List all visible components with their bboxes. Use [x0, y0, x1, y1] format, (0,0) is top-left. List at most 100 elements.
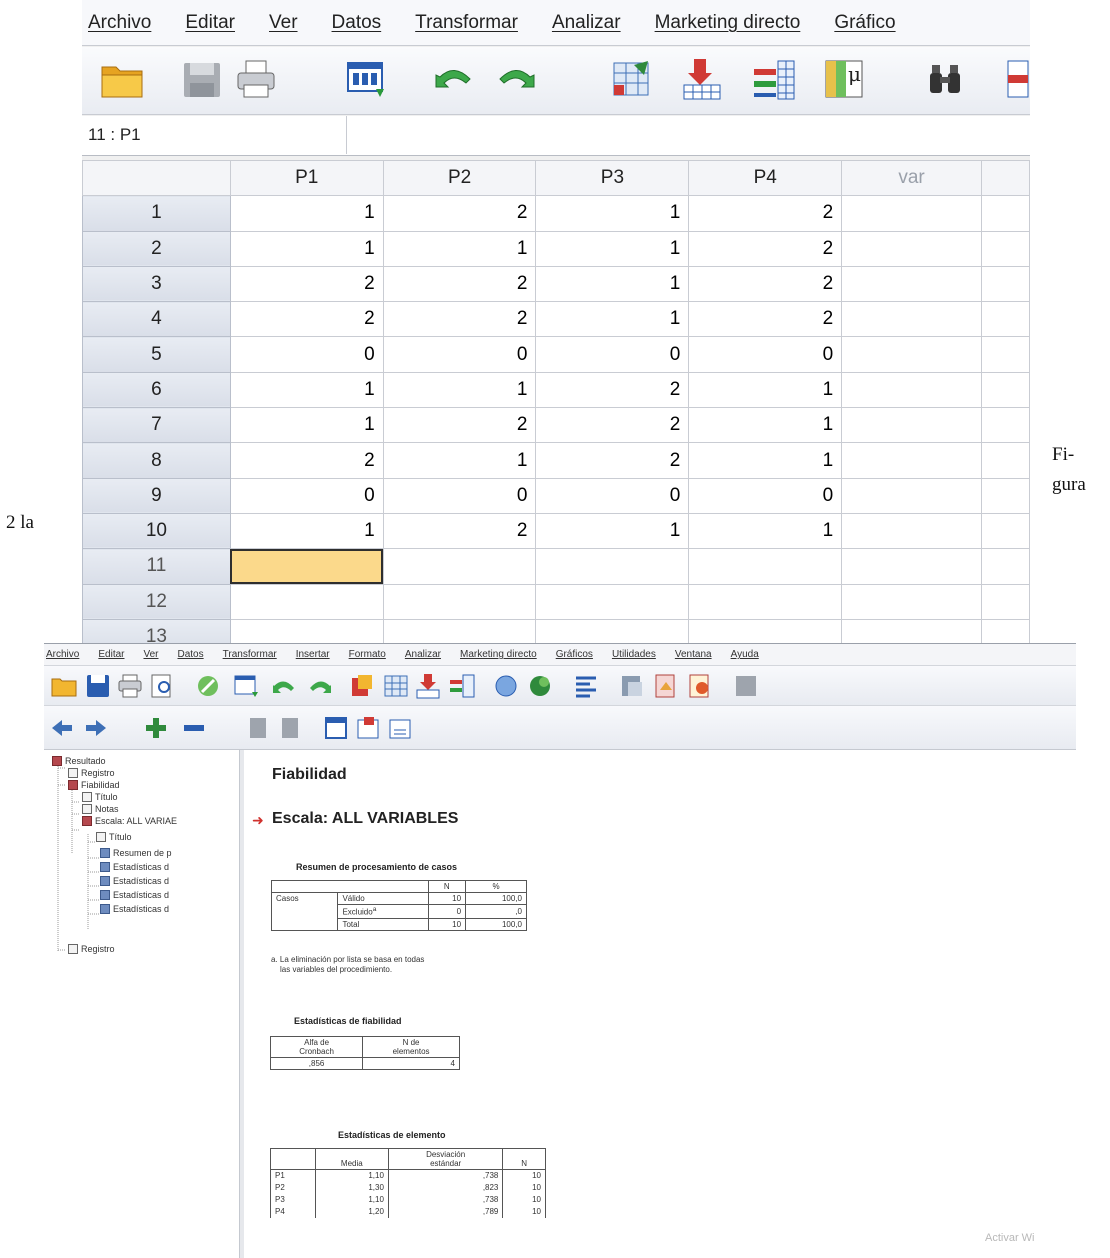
ov-menu-ayuda[interactable]: Ayuda: [731, 649, 759, 660]
row-header[interactable]: 4: [82, 301, 231, 338]
insert-heading-icon[interactable]: [322, 714, 350, 742]
data-cell[interactable]: [688, 548, 843, 585]
tree-node[interactable]: Resumen de p: [100, 848, 172, 858]
extra-cell[interactable]: [981, 336, 1030, 373]
data-cell[interactable]: [382, 548, 537, 585]
tree-node[interactable]: Notas: [82, 804, 119, 814]
data-cell[interactable]: 2: [535, 407, 690, 444]
extra-cell[interactable]: [981, 195, 1030, 232]
data-cell[interactable]: [688, 618, 843, 643]
arrow-right-icon[interactable]: [82, 714, 110, 742]
goto-variable-icon[interactable]: [678, 55, 726, 103]
case-summary-table[interactable]: N % Casos Válido 10 100,0 Excluidoa 0 ,0…: [270, 880, 527, 931]
redo-icon[interactable]: [306, 672, 334, 700]
data-cell[interactable]: 1: [229, 371, 384, 409]
tree-node[interactable]: Estadísticas d: [100, 862, 169, 872]
var-cell[interactable]: [841, 195, 982, 232]
data-cell[interactable]: 2: [688, 195, 843, 232]
data-cell[interactable]: 0: [229, 336, 384, 373]
data-cell[interactable]: 2: [229, 442, 384, 479]
row-header[interactable]: 13: [82, 618, 231, 643]
column-header-p2[interactable]: P2: [382, 159, 537, 197]
undo-icon[interactable]: [430, 55, 478, 103]
data-cell[interactable]: [535, 618, 690, 643]
ov-menu-graficos[interactable]: Gráficos: [556, 649, 593, 660]
data-cell[interactable]: 1: [535, 301, 690, 338]
extra-cell[interactable]: [981, 371, 1030, 409]
var-cell[interactable]: [841, 265, 982, 303]
data-cell[interactable]: [229, 583, 384, 620]
arrow-left-icon[interactable]: [48, 714, 76, 742]
data-cell[interactable]: 2: [688, 230, 843, 267]
selected-cell[interactable]: [229, 548, 384, 585]
collapse-minus-icon[interactable]: [180, 714, 208, 742]
data-cell[interactable]: 0: [688, 477, 843, 514]
data-cell[interactable]: 1: [688, 512, 843, 550]
extra-cell[interactable]: [981, 618, 1030, 643]
data-cell[interactable]: 2: [229, 301, 384, 338]
data-cell[interactable]: 0: [229, 477, 384, 514]
data-cell[interactable]: [535, 583, 690, 620]
extra-cell[interactable]: [981, 583, 1030, 620]
ov-menu-ver[interactable]: Ver: [143, 649, 158, 660]
data-cell[interactable]: 0: [382, 336, 537, 373]
designate-window-icon[interactable]: [618, 672, 646, 700]
data-cell[interactable]: [382, 583, 537, 620]
menu-analizar[interactable]: Analizar: [552, 12, 621, 34]
data-cell[interactable]: 2: [382, 195, 537, 232]
menu-marketing-directo[interactable]: Marketing directo: [655, 12, 801, 34]
expand-plus-icon[interactable]: [142, 714, 170, 742]
ov-menu-archivo[interactable]: Archivo: [46, 649, 79, 660]
tree-node[interactable]: Estadísticas d: [100, 904, 169, 914]
item-stats-table[interactable]: Media Desviación estándar N P1 1,10,738 10…: [270, 1148, 546, 1218]
data-cell[interactable]: [535, 548, 690, 585]
row-header[interactable]: 5: [82, 336, 231, 373]
extra-cell[interactable]: [981, 477, 1030, 514]
tree-node[interactable]: Título: [96, 832, 132, 842]
extra-cell[interactable]: [981, 442, 1030, 479]
save-icon[interactable]: [84, 672, 112, 700]
data-cell[interactable]: 2: [382, 512, 537, 550]
data-cell[interactable]: 1: [535, 195, 690, 232]
menu-ver[interactable]: Ver: [269, 12, 298, 34]
ov-menu-analizar[interactable]: Analizar: [405, 649, 441, 660]
var-cell[interactable]: [841, 442, 982, 479]
row-header[interactable]: 12: [82, 583, 231, 620]
dialog-recall-icon[interactable]: [342, 55, 390, 103]
data-cell[interactable]: 1: [382, 371, 537, 409]
data-cell[interactable]: 0: [382, 477, 537, 514]
row-header[interactable]: 9: [82, 477, 231, 514]
goto-case-icon[interactable]: [382, 672, 410, 700]
row-header[interactable]: 8: [82, 442, 231, 479]
tree-node[interactable]: Estadísticas d: [100, 876, 169, 886]
extra-cell[interactable]: [981, 301, 1030, 338]
script-icon[interactable]: [686, 672, 714, 700]
tree-node[interactable]: Escala: ALL VARIAE: [82, 816, 177, 826]
var-cell[interactable]: [841, 336, 982, 373]
data-cell[interactable]: 1: [535, 265, 690, 303]
data-cell[interactable]: 2: [535, 371, 690, 409]
ov-menu-utilidades[interactable]: Utilidades: [612, 649, 656, 660]
row-header[interactable]: 11: [82, 548, 231, 585]
var-cell[interactable]: [841, 477, 982, 514]
row-header[interactable]: 3: [82, 265, 231, 303]
var-cell[interactable]: [841, 301, 982, 338]
column-header-empty[interactable]: [981, 159, 1030, 197]
data-cell[interactable]: 2: [382, 407, 537, 444]
row-header[interactable]: 1: [82, 195, 231, 232]
menu-datos[interactable]: Datos: [332, 12, 382, 34]
disabled-tool-icon[interactable]: [732, 672, 760, 700]
insert-text-icon[interactable]: [386, 714, 414, 742]
data-cell[interactable]: 1: [229, 230, 384, 267]
insert-cases-icon[interactable]: [1002, 55, 1030, 103]
row-header[interactable]: 10: [82, 512, 231, 550]
ov-menu-editar[interactable]: Editar: [98, 649, 124, 660]
data-cell[interactable]: 2: [382, 301, 537, 338]
dialog-recall-icon[interactable]: [232, 672, 260, 700]
ov-menu-datos[interactable]: Datos: [178, 649, 204, 660]
extra-cell[interactable]: [981, 265, 1030, 303]
split-file-icon[interactable]: [572, 672, 600, 700]
column-header-p3[interactable]: P3: [535, 159, 690, 197]
data-cell[interactable]: 0: [535, 336, 690, 373]
data-cell[interactable]: 2: [382, 265, 537, 303]
